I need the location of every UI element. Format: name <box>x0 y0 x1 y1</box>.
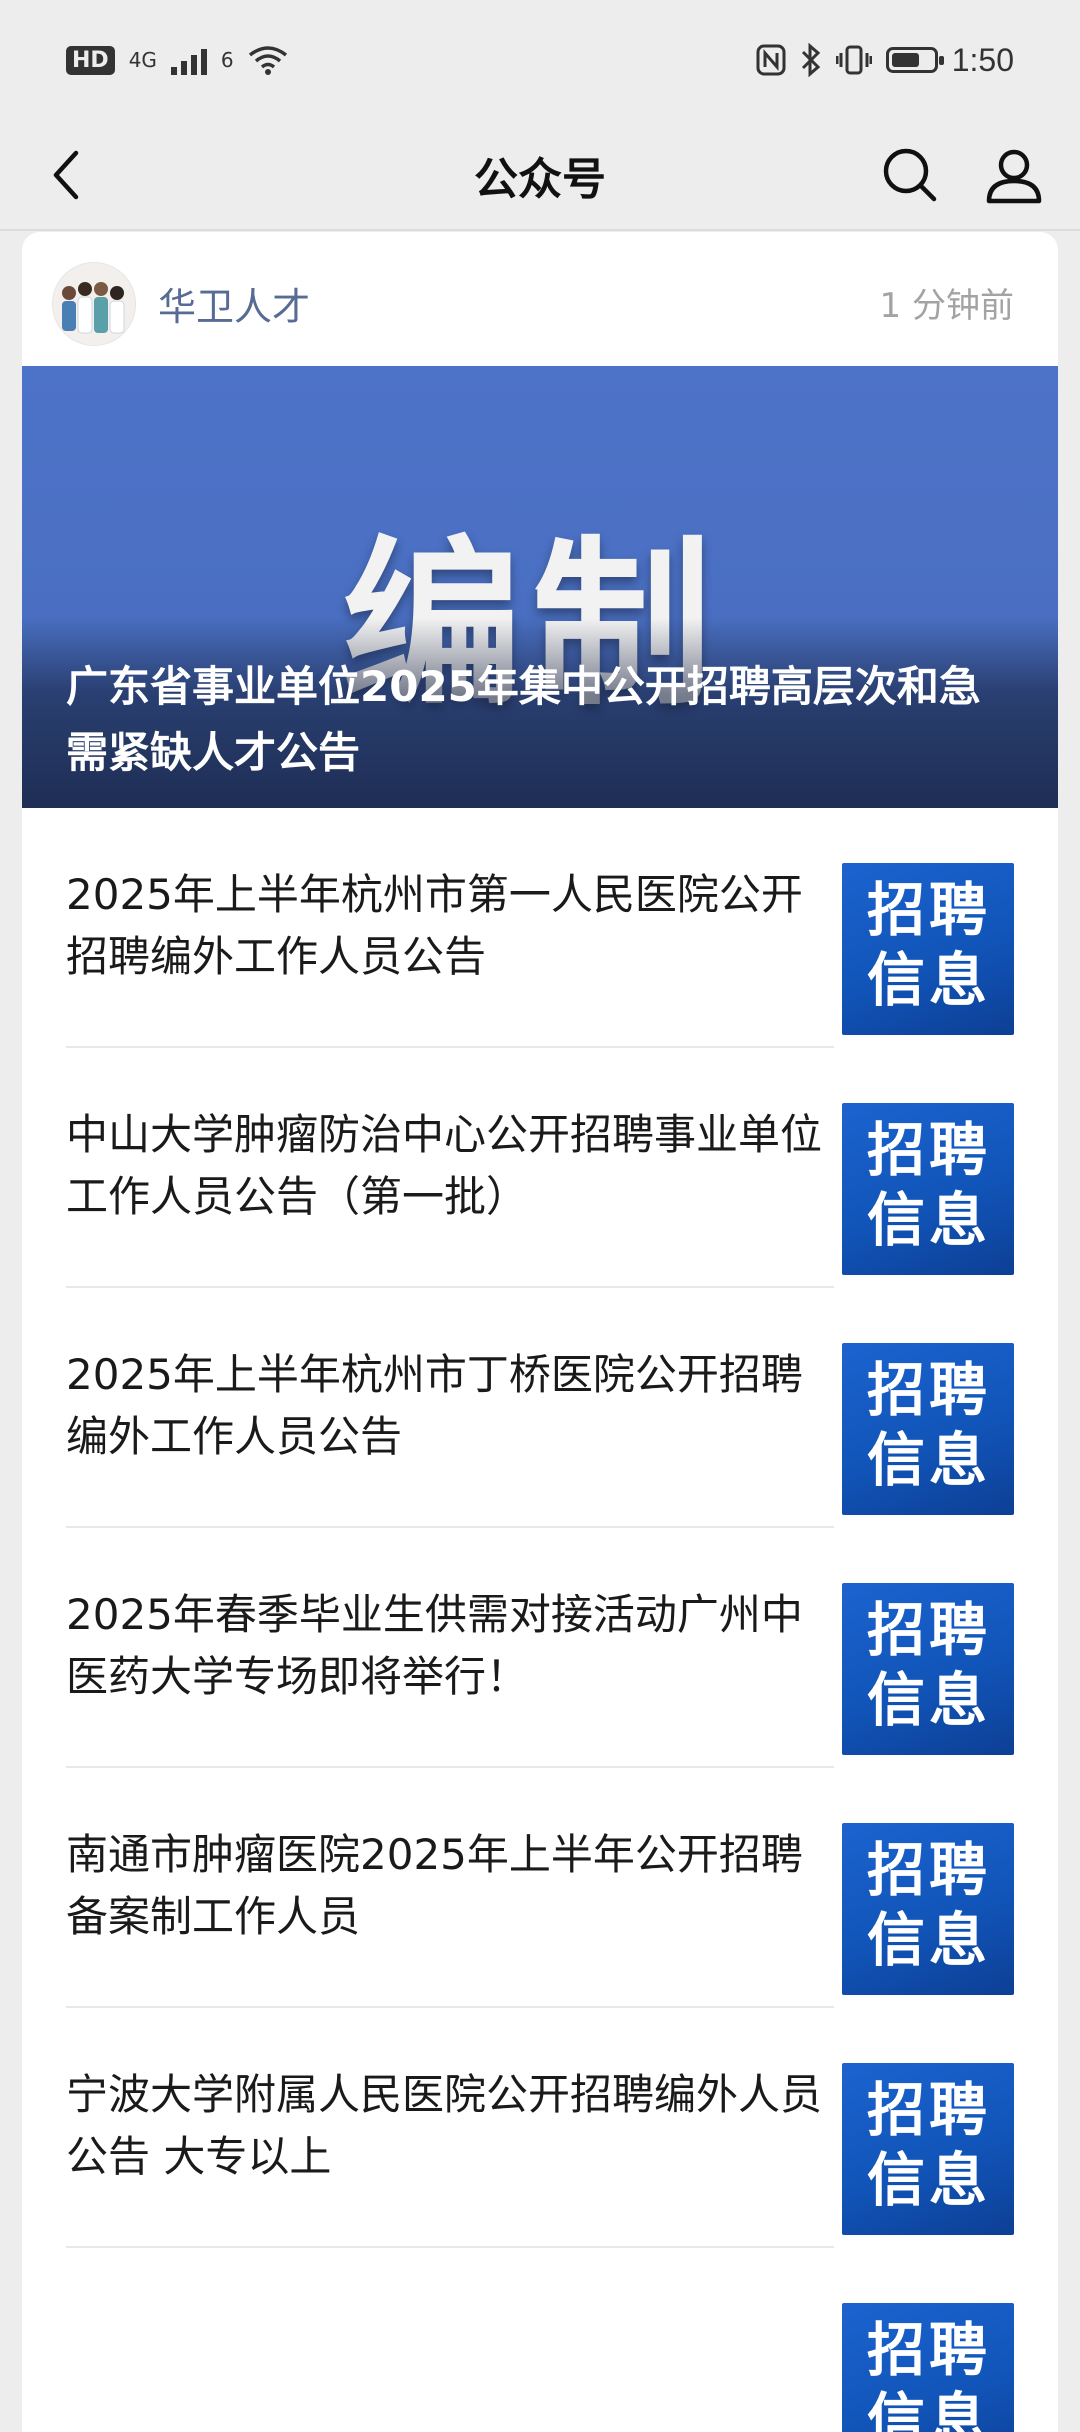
article-title: 南通市肿瘤医院2025年上半年公开招聘备案制工作人员 <box>66 1830 803 1941</box>
search-button[interactable] <box>880 145 940 205</box>
article-item[interactable]: 2025年上半年杭州市第一人民医院公开招聘编外工作人员公告 招聘信息 <box>22 808 1058 1048</box>
wifi-badge: 6 <box>220 48 234 72</box>
status-bar-right: 1:50 <box>756 42 1014 79</box>
article-card: 华卫人才 1 分钟前 编制 广东省事业单位2025年集中公开招聘高层次和急需紧缺… <box>22 232 1058 2432</box>
wifi-icon <box>248 46 287 75</box>
nav-divider <box>0 229 1080 231</box>
article-item[interactable]: 宁波大学附属人民医院公开招聘编外人员公告 大专以上 招聘信息 <box>22 2008 1058 2248</box>
article-thumbnail: 招聘信息 <box>842 2063 1014 2235</box>
thumbnail-text: 招聘信息 <box>866 2076 991 2214</box>
account-name[interactable]: 华卫人才 <box>158 276 310 331</box>
post-time: 1 分钟前 <box>879 286 1014 326</box>
page-title: 公众号 <box>474 154 606 205</box>
article-item[interactable]: 2025年上半年杭州市丁桥医院公开招聘编外工作人员公告 招聘信息 <box>22 1288 1058 1528</box>
article-thumbnail: 招聘信息 <box>842 1103 1014 1275</box>
vibrate-icon <box>835 45 872 75</box>
article-thumbnail: 招聘信息 <box>842 2303 1014 2432</box>
card-header[interactable]: 华卫人才 1 分钟前 <box>22 232 1058 366</box>
article-thumbnail: 招聘信息 <box>842 1343 1014 1515</box>
status-bar-left: HD 4G 6 <box>66 45 288 75</box>
hero-title: 广东省事业单位2025年集中公开招聘高层次和急需紧缺人才公告 <box>66 662 981 777</box>
thumbnail-text: 招聘信息 <box>866 1596 991 1734</box>
article-title: 2025年上半年杭州市丁桥医院公开招聘编外工作人员公告 <box>66 1350 803 1461</box>
account-avatar[interactable] <box>52 262 136 346</box>
bluetooth-icon <box>801 43 820 77</box>
article-title: 2025年上半年杭州市第一人民医院公开招聘编外工作人员公告 <box>66 870 803 981</box>
article-item[interactable]: 招聘信息 <box>22 2248 1058 2432</box>
thumbnail-text: 招聘信息 <box>866 1116 991 1254</box>
thumbnail-text: 招聘信息 <box>866 1836 991 1974</box>
article-thumbnail: 招聘信息 <box>842 863 1014 1035</box>
status-time: 1:50 <box>951 41 1014 78</box>
article-item[interactable]: 中山大学肿瘤防治中心公开招聘事业单位工作人员公告（第一批） 招聘信息 <box>22 1048 1058 1288</box>
thumbnail-text: 招聘信息 <box>866 1356 991 1494</box>
profile-button[interactable] <box>984 145 1044 205</box>
thumbnail-text: 招聘信息 <box>866 2316 991 2432</box>
battery-icon <box>885 47 944 73</box>
nav-bar: 公众号 <box>0 120 1080 230</box>
nfc-icon <box>756 44 786 76</box>
network-type: 4G <box>128 48 157 72</box>
hero-article[interactable]: 编制 广东省事业单位2025年集中公开招聘高层次和急需紧缺人才公告 <box>22 366 1058 808</box>
hd-badge: HD <box>66 45 115 75</box>
article-title: 中山大学肿瘤防治中心公开招聘事业单位工作人员公告（第一批） <box>66 1110 823 1221</box>
article-title: 2025年春季毕业生供需对接活动广州中医药大学专场即将举行！ <box>66 1590 803 1701</box>
article-item[interactable]: 南通市肿瘤医院2025年上半年公开招聘备案制工作人员 招聘信息 <box>22 1768 1058 2008</box>
back-button[interactable] <box>38 145 98 205</box>
signal-icon <box>170 45 207 75</box>
search-icon <box>883 148 937 202</box>
article-thumbnail: 招聘信息 <box>842 1583 1014 1755</box>
chevron-left-icon <box>53 150 79 200</box>
article-title: 宁波大学附属人民医院公开招聘编外人员公告 大专以上 <box>66 2070 823 2181</box>
avatar-image <box>53 263 135 345</box>
article-item[interactable]: 2025年春季毕业生供需对接活动广州中医药大学专场即将举行！ 招聘信息 <box>22 1528 1058 1768</box>
article-thumbnail: 招聘信息 <box>842 1823 1014 1995</box>
article-list: 2025年上半年杭州市第一人民医院公开招聘编外工作人员公告 招聘信息 中山大学肿… <box>22 808 1058 2432</box>
status-bar: HD 4G 6 1:50 <box>0 0 1080 120</box>
thumbnail-text: 招聘信息 <box>866 876 991 1014</box>
user-icon <box>986 149 1042 204</box>
